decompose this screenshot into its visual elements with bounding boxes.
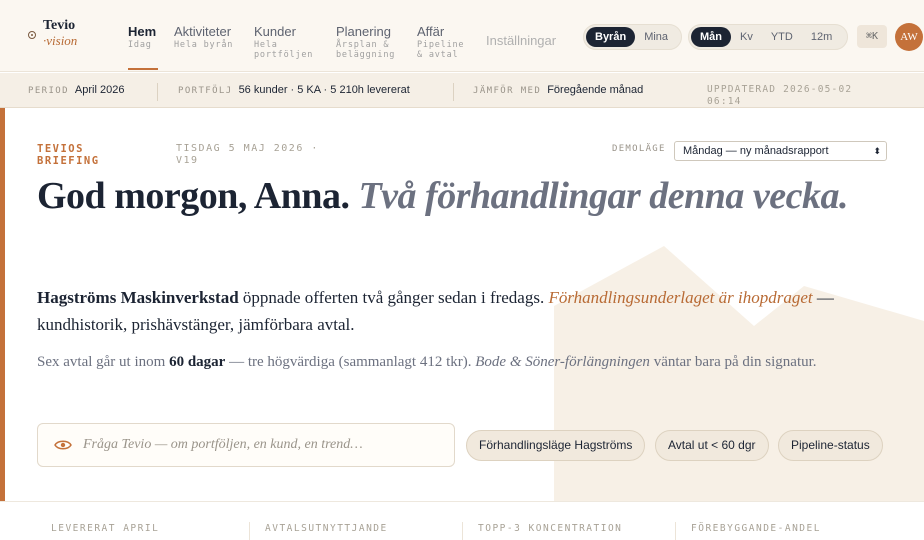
- avatar[interactable]: AW: [895, 23, 923, 51]
- period-toggle: Mån Kv YTD 12m: [688, 24, 848, 50]
- status-strip: PERIOD April 2026 PORTFÖLJ 56 kunder · 5 K…: [0, 73, 924, 108]
- brand-text: Tevio ·vision: [43, 18, 77, 48]
- scope-toggle: Byrån Mina: [583, 24, 682, 50]
- brand-name: Tevio: [43, 18, 76, 33]
- accent-bar: [0, 108, 5, 501]
- headline-summary: Två förhandlingar denna vecka.: [358, 175, 849, 217]
- paragraph-text: Sex avtal går ut inom: [37, 354, 170, 370]
- nav-item-sub: Hela byrån: [174, 40, 234, 50]
- nav-item-installningar[interactable]: Inställningar: [486, 24, 566, 71]
- period-value: April 2026: [74, 84, 125, 96]
- suggestion-chip[interactable]: Förhandlingsläge Hagströms: [466, 430, 646, 461]
- brand-logo[interactable]: Tevio ·vision: [28, 18, 77, 48]
- kpi-label: TOPP-3 KONCENTRATION: [478, 523, 623, 534]
- period-option-12m[interactable]: 12m: [802, 27, 841, 47]
- suggestion-chip[interactable]: Avtal ut < 60 dgr: [655, 430, 769, 461]
- demo-mode-value: Måndag — ny månadsrapport: [683, 145, 829, 157]
- demo-mode-label: DEMOLÄGE: [612, 144, 666, 154]
- kpi-label: AVTALSUTNYTTJANDE: [265, 523, 388, 534]
- top-navigation-bar: Tevio ·vision Hem Idag Aktiviteter Hela …: [0, 0, 924, 72]
- period-option-ytd[interactable]: YTD: [762, 27, 802, 47]
- negotiation-brief-link[interactable]: Förhandlingsunderlaget är ihopdraget: [548, 288, 812, 307]
- kpi-row: LEVERERAT APRIL AVTALSUTNYTTJANDE TOPP-3…: [0, 501, 924, 540]
- up-down-chevron-icon: ⬍: [873, 146, 881, 156]
- period-option-man[interactable]: Mån: [691, 27, 731, 47]
- client-name: Hagströms Maskinverkstad: [37, 288, 239, 307]
- command-palette-button[interactable]: ⌘K: [857, 25, 887, 48]
- period-key: PERIOD: [28, 86, 69, 96]
- nav-item-sub: Hela portföljen: [254, 40, 314, 60]
- paragraph-text: väntar bara på din signatur.: [649, 354, 817, 370]
- divider: [675, 522, 676, 540]
- page-title: God morgon, Anna. Två förhandlingar denn…: [37, 174, 849, 218]
- briefing-panel: TEVIOS BRIEFING TISDAG 5 MAJ 2026 · V19 …: [0, 108, 924, 501]
- nav-item-label: Inställningar: [486, 33, 557, 48]
- scope-option-mina[interactable]: Mina: [635, 27, 677, 47]
- nav-item-sub: Idag: [128, 40, 152, 50]
- paragraph-text: öppnade offerten två gånger sedan i fred…: [238, 288, 549, 307]
- renewal-highlight: Bode & Söner-förlängningen: [475, 354, 650, 370]
- eye-icon: [54, 440, 72, 450]
- brand-sub: ·vision: [43, 33, 78, 48]
- suggestion-chip[interactable]: Pipeline-status: [778, 430, 883, 461]
- nav-item-label: Aktiviteter: [174, 24, 232, 39]
- kpi-label: FÖREBYGGANDE-ANDEL: [691, 523, 821, 534]
- compare-info: JÄMFÖR MED Föregående månad: [473, 84, 658, 97]
- divider: [157, 83, 158, 101]
- portfolio-value: 56 kunder · 5 KA · 5 210h levererat: [238, 84, 410, 96]
- kpi-label: LEVERERAT APRIL: [51, 523, 160, 534]
- nav-item-sub: Årsplan & beläggning: [336, 40, 396, 60]
- ring-icon: [28, 31, 36, 39]
- greeting: God morgon, Anna.: [37, 175, 350, 217]
- demo-mode-select[interactable]: Måndag — ny månadsrapport ⬍: [674, 141, 887, 161]
- ask-placeholder: Fråga Tevio — om portföljen, en kund, en…: [83, 437, 363, 452]
- portfolio-key: PORTFÖLJ: [178, 86, 233, 96]
- portfolio-info: PORTFÖLJ 56 kunder · 5 KA · 5 210h levere…: [178, 84, 453, 97]
- briefing-kicker: TEVIOS BRIEFING: [37, 143, 100, 167]
- nav-item-label: Hem: [128, 24, 157, 39]
- period-option-kv[interactable]: Kv: [731, 27, 762, 47]
- updated-timestamp: UPPDATERAD 2026-05-02 06:14: [707, 84, 853, 107]
- ask-tevio-input[interactable]: Fråga Tevio — om portföljen, en kund, en…: [37, 423, 455, 467]
- divider: [462, 522, 463, 540]
- paragraph-text: — tre högvärdiga (sammanlagt 412 tkr).: [225, 354, 476, 370]
- divider: [249, 522, 250, 540]
- briefing-paragraph-main: Hagströms Maskinverkstad öppnade offerte…: [37, 284, 897, 338]
- nav-item-label: Planering: [336, 24, 391, 39]
- compare-key: JÄMFÖR MED: [473, 86, 542, 96]
- period-info: PERIOD April 2026: [28, 84, 148, 97]
- nav-item-label: Kunder: [254, 24, 296, 39]
- briefing-paragraph-secondary: Sex avtal går ut inom 60 dagar — tre hög…: [37, 351, 897, 373]
- nav-item-label: Affär: [417, 24, 445, 39]
- compare-value: Föregående månad: [547, 84, 644, 96]
- nav-item-aktiviteter[interactable]: Aktiviteter Hela byrån: [174, 24, 242, 71]
- nav-item-planering[interactable]: Planering Årsplan & beläggning: [336, 24, 406, 71]
- days-highlight: 60 dagar: [169, 354, 226, 370]
- divider: [453, 83, 454, 101]
- nav-item-hem[interactable]: Hem Idag: [128, 24, 158, 71]
- briefing-date: TISDAG 5 MAJ 2026 · V19: [176, 143, 319, 166]
- nav-item-sub: Pipeline & avtal: [417, 40, 465, 60]
- nav-item-affar[interactable]: Affär Pipeline & avtal: [417, 24, 475, 71]
- nav-item-kunder[interactable]: Kunder Hela portföljen: [254, 24, 324, 71]
- scope-option-byran[interactable]: Byrån: [586, 27, 636, 47]
